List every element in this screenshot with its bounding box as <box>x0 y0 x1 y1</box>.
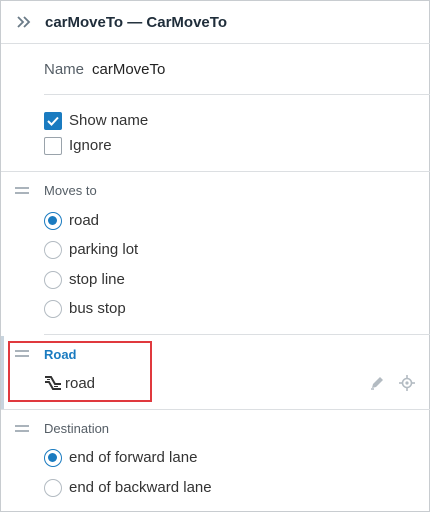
moves-to-radio-parking-lot[interactable] <box>44 241 62 259</box>
destination-option-backward: end of backward lane <box>69 479 212 496</box>
road-highlight-box <box>8 341 152 402</box>
destination-radio-forward[interactable] <box>44 449 62 467</box>
edit-icon[interactable] <box>369 375 385 391</box>
ignore-label: Ignore <box>69 137 112 154</box>
destination-label: Destination <box>44 421 110 436</box>
name-value[interactable]: carMoveTo <box>92 61 165 78</box>
destination-drag-handle[interactable] <box>15 425 29 433</box>
divider <box>1 171 430 172</box>
road-section-indicator <box>1 336 4 409</box>
show-name-checkbox[interactable] <box>44 112 62 130</box>
show-name-label: Show name <box>69 112 149 129</box>
destination-option-forward: end of forward lane <box>69 449 198 466</box>
divider <box>44 334 430 335</box>
moves-to-option-parking-lot: parking lot <box>69 241 139 258</box>
divider <box>1 409 430 410</box>
panel-header: carMoveTo — CarMoveTo <box>1 1 430 44</box>
moves-to-option-bus-stop: bus stop <box>69 300 126 317</box>
destination-radio-backward[interactable] <box>44 479 62 497</box>
locate-icon[interactable] <box>399 375 415 391</box>
moves-to-label: Moves to <box>44 183 97 198</box>
panel-title: carMoveTo — CarMoveTo <box>45 14 227 31</box>
ignore-checkbox[interactable] <box>44 137 62 155</box>
moves-to-radio-bus-stop[interactable] <box>44 300 62 318</box>
moves-to-radio-road[interactable] <box>44 212 62 230</box>
moves-to-radio-stop-line[interactable] <box>44 271 62 289</box>
double-chevron-right-icon[interactable] <box>15 13 33 31</box>
divider <box>44 94 430 95</box>
moves-to-drag-handle[interactable] <box>15 187 29 195</box>
properties-panel: carMoveTo — CarMoveTo Name carMoveTo Sho… <box>0 0 430 512</box>
name-label: Name <box>44 61 85 78</box>
moves-to-option-road: road <box>69 212 100 229</box>
moves-to-option-stop-line: stop line <box>69 271 125 288</box>
